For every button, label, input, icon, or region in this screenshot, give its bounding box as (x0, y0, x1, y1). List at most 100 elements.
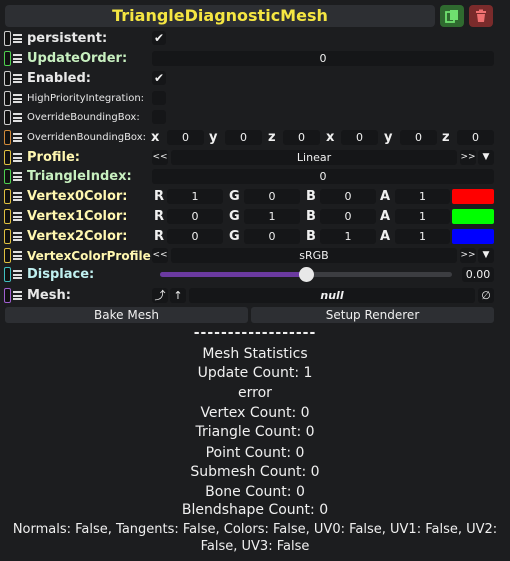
field-label: OverridenBoundingBox: (27, 132, 147, 143)
drag-handle[interactable] (4, 267, 11, 282)
menu-icon[interactable] (13, 54, 22, 63)
row-enabled: Enabled: ✔ (0, 69, 510, 88)
profile-prev-button[interactable]: << (152, 150, 168, 165)
vertex2-r-input[interactable]: 0 (167, 229, 223, 244)
drag-handle[interactable] (4, 150, 11, 165)
high-priority-checkbox[interactable] (152, 91, 166, 105)
menu-icon[interactable] (13, 232, 22, 241)
vertex0-g-input[interactable]: 0 (244, 189, 300, 204)
channel-label: B (306, 189, 316, 204)
bbox-min-y-input[interactable]: 0 (225, 130, 262, 145)
row-mesh: Mesh: ⤴ ↑ null ∅ (0, 286, 510, 305)
drag-handle[interactable] (4, 288, 11, 303)
point-count: Point Count: 0 (205, 445, 305, 461)
field-label: VertexColorProfile: (27, 248, 156, 263)
menu-icon[interactable] (13, 74, 22, 83)
vertex2-a-input[interactable]: 1 (395, 229, 450, 244)
duplicate-button[interactable] (440, 5, 464, 27)
menu-icon[interactable] (13, 113, 22, 122)
profile-dropdown-button[interactable]: ▼ (478, 150, 494, 165)
drag-handle[interactable] (4, 209, 11, 224)
vcp-prev-button[interactable]: << (152, 248, 168, 263)
menu-icon[interactable] (13, 270, 22, 279)
override-bbox-checkbox[interactable] (152, 110, 166, 124)
row-vertex1-color: Vertex1Color: R 0 G 1 B 0 A 1 (0, 207, 510, 226)
menu-icon[interactable] (13, 94, 22, 103)
bbox-max-x-input[interactable]: 0 (341, 130, 378, 145)
menu-icon[interactable] (13, 172, 22, 181)
setup-renderer-button[interactable]: Setup Renderer (251, 307, 494, 323)
persistent-checkbox[interactable]: ✔ (152, 31, 166, 45)
vertex1-b-input[interactable]: 0 (320, 209, 376, 224)
mesh-clear-button[interactable]: ∅ (478, 288, 494, 303)
axis-label: z (268, 130, 276, 145)
profile-value[interactable]: Linear (171, 150, 457, 165)
field-label: Displace: (27, 267, 95, 282)
row-displace: Displace: 0.00 (0, 265, 510, 284)
bone-count: Bone Count: 0 (205, 484, 305, 500)
vertex1-g-input[interactable]: 1 (244, 209, 300, 224)
profile-next-button[interactable]: >> (460, 150, 476, 165)
channel-label: R (154, 229, 165, 244)
triangle-count: Triangle Count: 0 (195, 424, 315, 440)
vcp-next-button[interactable]: >> (460, 248, 476, 263)
bake-mesh-button[interactable]: Bake Mesh (5, 307, 248, 323)
menu-icon[interactable] (13, 133, 22, 142)
vertex0-a-input[interactable]: 1 (395, 189, 450, 204)
menu-icon[interactable] (13, 34, 22, 43)
enabled-checkbox[interactable]: ✔ (152, 71, 166, 85)
component-title: TriangleDiagnosticMesh (5, 5, 435, 27)
menu-icon[interactable] (13, 153, 22, 162)
vertex2-b-input[interactable]: 1 (320, 229, 376, 244)
field-label: persistent: (27, 31, 108, 46)
field-label: Vertex0Color: (27, 189, 128, 204)
channel-label: B (306, 209, 316, 224)
drag-handle[interactable] (4, 169, 11, 184)
vcp-value[interactable]: sRGB (171, 248, 457, 263)
vcp-dropdown-button[interactable]: ▼ (478, 248, 494, 263)
mesh-up-button[interactable]: ↑ (170, 288, 186, 303)
drag-handle[interactable] (4, 31, 11, 46)
delete-button[interactable] (469, 5, 493, 27)
slider-knob[interactable] (299, 267, 314, 282)
channel-label: R (154, 209, 165, 224)
drag-handle[interactable] (4, 248, 11, 263)
menu-icon[interactable] (13, 251, 22, 260)
triangle-index-input[interactable]: 0 (152, 169, 494, 184)
field-label: Vertex2Color: (27, 229, 128, 244)
vertex0-r-input[interactable]: 1 (167, 189, 223, 204)
vertex1-color-swatch[interactable] (452, 209, 494, 224)
bbox-min-x-input[interactable]: 0 (167, 130, 204, 145)
vertex0-color-swatch[interactable] (452, 189, 494, 204)
drag-handle[interactable] (4, 110, 11, 125)
menu-icon[interactable] (13, 212, 22, 221)
menu-icon[interactable] (13, 291, 22, 300)
jump-icon: ⤴ (154, 289, 166, 302)
drag-handle[interactable] (4, 71, 11, 86)
update-order-input[interactable]: 0 (152, 51, 494, 66)
bbox-min-z-input[interactable]: 0 (283, 130, 320, 145)
separator: ------------------ (193, 325, 317, 341)
menu-icon[interactable] (13, 192, 22, 201)
vertex2-g-input[interactable]: 0 (244, 229, 300, 244)
drag-handle[interactable] (4, 91, 11, 106)
arrow-up-icon: ↑ (173, 289, 183, 302)
bbox-max-z-input[interactable]: 0 (457, 130, 494, 145)
drag-handle[interactable] (4, 189, 11, 204)
displace-slider[interactable] (160, 267, 452, 282)
vertex-count: Vertex Count: 0 (200, 405, 310, 421)
bbox-max-y-input[interactable]: 0 (400, 130, 437, 145)
mesh-reference-value[interactable]: null (189, 288, 475, 303)
field-label: Mesh: (27, 288, 71, 303)
drag-handle[interactable] (4, 51, 11, 66)
drag-handle[interactable] (4, 130, 11, 145)
vertex1-a-input[interactable]: 1 (395, 209, 450, 224)
vertex2-color-swatch[interactable] (452, 229, 494, 244)
channel-label: B (306, 229, 316, 244)
drag-handle[interactable] (4, 229, 11, 244)
vertex1-r-input[interactable]: 0 (167, 209, 223, 224)
vertex0-b-input[interactable]: 0 (320, 189, 376, 204)
axis-label: x (151, 130, 160, 145)
displace-value[interactable]: 0.00 (462, 267, 494, 282)
mesh-jump-button[interactable]: ⤴ (152, 288, 168, 303)
